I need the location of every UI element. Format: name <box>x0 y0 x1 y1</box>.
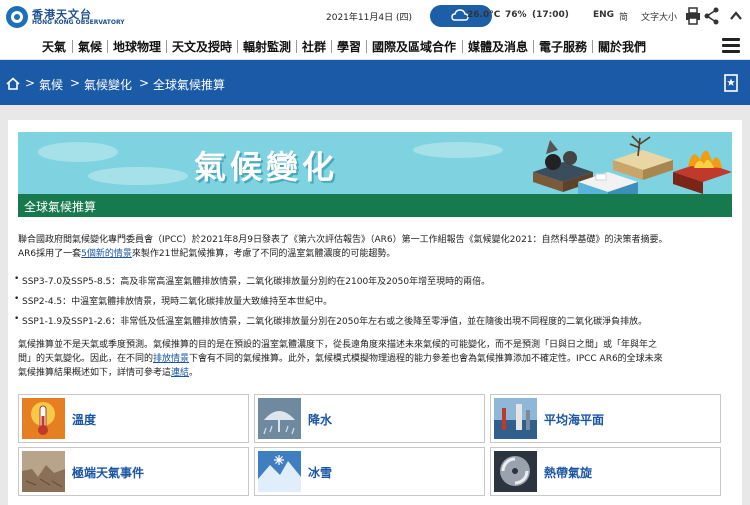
top-bar: 香港天文台 HONG KONG OBSERVATORY 2021年11月4日 (… <box>0 0 750 33</box>
nav-e-services[interactable]: 電子服務 <box>539 38 587 55</box>
reading-time: (17:00) <box>532 10 569 20</box>
nav-geophysics[interactable]: 地球物理 <box>113 38 161 55</box>
main-navigation: 天氣 氣候 地球物理 天文及授時 輻射監測 社群 學習 國際及區域合作 媒體及消… <box>0 33 750 60</box>
language-english-link[interactable]: ENG <box>593 10 614 20</box>
snow-ice-icon <box>258 451 301 492</box>
nav-community[interactable]: 社群 <box>302 38 326 55</box>
note-text: 氣候推算並不是天氣或季度預測。氣候推算的目的是在預設的溫室氣體濃度下，從長遠角度… <box>18 340 658 350</box>
scenario-item-low: SSP1-1.9及SSP1-2.6：非常低及低溫室氣體排放情景，二氧化碳排放量分… <box>14 314 647 327</box>
tile-extreme-weather[interactable]: 極端天氣事件 <box>18 447 249 496</box>
main-content: 氣候變化 全球氣候推算 聯合國政府間氣候變化專門委員會（IPCC）於2021年8… <box>8 120 742 505</box>
emission-scenarios-link[interactable]: 排放情景 <box>153 354 189 364</box>
nav-divider <box>533 40 534 53</box>
breadcrumb: > 氣候 > 氣候變化 > 全球氣候推算 <box>0 60 750 105</box>
nav-weather[interactable]: 天氣 <box>42 38 66 55</box>
bookmark-icon[interactable] <box>724 74 738 92</box>
scenario-item-medium: SSP2-4.5：中溫室氣體排放情景，現時二氧化碳排放量大致維持至本世紀中。 <box>14 294 332 307</box>
tile-label: 降水 <box>308 413 333 427</box>
banner-illustration <box>38 135 732 194</box>
humidity-reading: 76% <box>505 10 527 20</box>
tile-snow-ice[interactable]: 冰雪 <box>254 447 485 496</box>
logo-english-name: HONG KONG OBSERVATORY <box>32 19 125 26</box>
tile-label: 溫度 <box>72 413 97 427</box>
sea-level-icon <box>494 398 537 439</box>
intro-paragraph: 聯合國政府間氣候變化專門委員會（IPCC）於2021年8月9日發表了《第六次評估… <box>18 233 732 261</box>
details-link[interactable]: 連結 <box>171 368 189 378</box>
temperature-reading: 26.0°C <box>467 10 501 20</box>
nav-divider <box>237 40 238 53</box>
note-text: 。 <box>189 368 199 378</box>
nav-international-cooperation[interactable]: 國際及區域合作 <box>372 38 456 55</box>
breadcrumb-climate[interactable]: 氣候 <box>39 76 63 93</box>
breadcrumb-current-page: 全球氣候推算 <box>153 78 226 92</box>
home-icon[interactable] <box>6 77 20 90</box>
hko-logo-icon <box>6 6 28 28</box>
breadcrumb-separator: > <box>139 76 150 90</box>
note-text: 氣候推算結果概述如下，詳情可參考這 <box>18 368 172 378</box>
intro-text: 來製作21世紀氣候推算，考慮了不同的溫室氣體濃度的可能趨勢。 <box>131 249 396 259</box>
rainfall-icon <box>258 398 301 439</box>
temperature-icon <box>22 398 65 439</box>
tile-label: 極端天氣事件 <box>72 466 145 480</box>
note-paragraph: 氣候推算並不是天氣或季度預測。氣候推算的目的是在預設的溫室氣體濃度下，從長遠角度… <box>18 338 732 380</box>
font-size-control[interactable]: 文字大小 <box>641 10 677 23</box>
language-simplified-link[interactable]: 简 <box>619 10 628 23</box>
nav-divider <box>331 40 332 53</box>
nav-divider <box>592 40 593 53</box>
nav-divider <box>366 40 367 53</box>
note-text: 下會有不同的氣候推算。此外，氣候模式模擬物理過程的能力參差也會為氣候推算添加不確… <box>189 354 663 364</box>
banner-subtitle-strip: 全球氣候推算 <box>18 194 732 217</box>
print-icon[interactable] <box>685 7 701 25</box>
scenario-item-high: SSP3-7.0及SSP5-8.5：高及非常高溫室氣體排放情景，二氧化碳排放量分… <box>14 274 490 287</box>
nav-divider <box>462 40 463 53</box>
new-scenarios-link[interactable]: 5個新的情景 <box>81 249 132 259</box>
nav-climate[interactable]: 氣候 <box>78 38 102 55</box>
nav-divider <box>107 40 108 53</box>
nav-divider <box>166 40 167 53</box>
extreme-weather-icon <box>22 451 65 492</box>
nav-education[interactable]: 學習 <box>337 38 361 55</box>
nav-about-us[interactable]: 關於我們 <box>598 38 646 55</box>
breadcrumb-separator: > <box>25 76 36 90</box>
tropical-cyclone-icon <box>494 451 537 492</box>
tile-temperature[interactable]: 溫度 <box>18 394 249 443</box>
tile-label: 熱帶氣旋 <box>544 466 593 480</box>
breadcrumb-separator: > <box>70 76 81 90</box>
nav-divider <box>72 40 73 53</box>
page-title: 全球氣候推算 <box>24 200 97 214</box>
tile-label: 平均海平面 <box>544 413 605 427</box>
banner-title: 氣候變化 <box>194 148 339 186</box>
tile-mean-sea-level[interactable]: 平均海平面 <box>490 394 721 443</box>
tile-tropical-cyclone[interactable]: 熱帶氣旋 <box>490 447 721 496</box>
nav-divider <box>296 40 297 53</box>
tile-rainfall[interactable]: 降水 <box>254 394 485 443</box>
nav-astronomy-time[interactable]: 天文及授時 <box>172 38 232 55</box>
collapse-chevron-icon[interactable] <box>728 7 744 25</box>
intro-text: AR6採用了一套 <box>18 249 82 259</box>
nav-media[interactable]: 媒體及消息 <box>468 38 528 55</box>
intro-text: 聯合國政府間氣候變化專門委員會（IPCC）於2021年8月9日發表了《第六次評估… <box>18 235 668 245</box>
note-text: 間」的天氣變化。因此，在不同的 <box>18 354 154 364</box>
nav-radiation[interactable]: 輻射監測 <box>243 38 291 55</box>
hko-logo[interactable]: 香港天文台 HONG KONG OBSERVATORY <box>6 5 126 29</box>
hamburger-menu-icon[interactable] <box>722 38 740 54</box>
breadcrumb-climate-change[interactable]: 氣候變化 <box>84 76 132 93</box>
climate-change-banner: 氣候變化 全球氣候推算 <box>18 132 732 217</box>
share-icon[interactable] <box>704 7 720 25</box>
tile-label: 冰雪 <box>308 466 333 480</box>
current-date: 2021年11月4日 (四) <box>326 13 412 23</box>
